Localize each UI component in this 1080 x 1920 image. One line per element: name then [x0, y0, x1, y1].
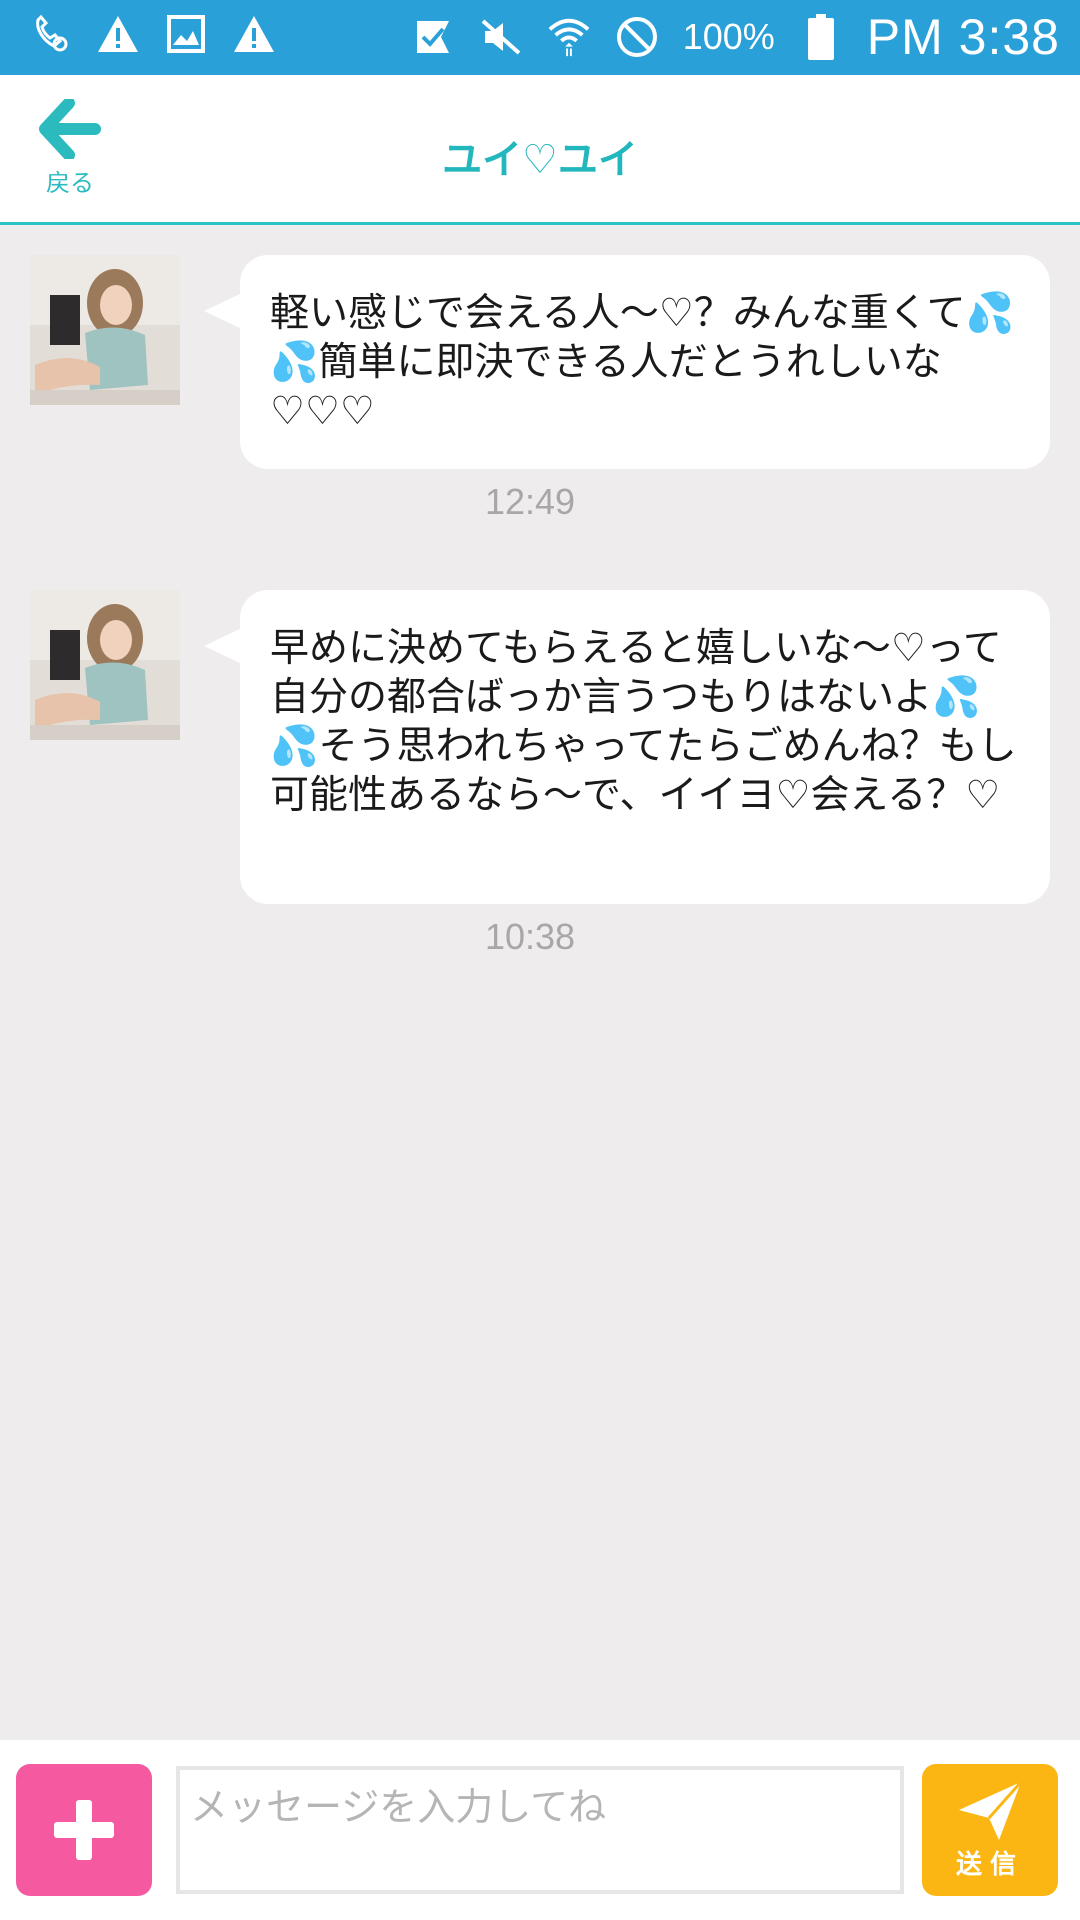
message-bubble: 軽い感じで会える人〜♡？みんな重くて💦💦簡単に即決できる人だとうれしいな♡♡♡ [204, 255, 1050, 469]
status-bar-left [28, 12, 276, 56]
avatar[interactable] [30, 590, 180, 740]
paper-plane-icon [959, 1780, 1023, 1840]
send-label: 送信 [955, 1849, 1024, 1880]
battery-percent: 100% [682, 16, 775, 57]
message-time: 12:49 [484, 481, 576, 522]
message-input[interactable] [176, 1766, 904, 1894]
avatar[interactable] [30, 255, 180, 405]
mute-icon [479, 15, 523, 59]
warning-icon [232, 12, 276, 56]
message-input-bar: 送信 [0, 1740, 1080, 1920]
chat-header: 戻る ユイ♡ユイ [0, 75, 1080, 225]
block-icon [615, 15, 659, 59]
plus-icon [54, 1800, 114, 1860]
send-button[interactable]: 送信 [922, 1764, 1058, 1896]
status-bar-time: PM 3:38 [866, 9, 1060, 65]
message-time: 10:38 [484, 916, 576, 957]
wifi-icon [547, 15, 591, 59]
add-attachment-button[interactable] [16, 1764, 152, 1896]
warning-icon [96, 12, 140, 56]
status-bar-right: 100% PM 3:38 [411, 8, 1060, 66]
battery-icon [799, 14, 843, 60]
checkmark-icon [411, 15, 455, 59]
message-bubble: 早めに決めてもらえると嬉しいな〜♡って自分の都合ばっか言うつもりはないよ💦💦そう… [204, 590, 1050, 904]
status-bar: 100% PM 3:38 [0, 0, 1080, 75]
page-title: ユイ♡ユイ [442, 137, 638, 183]
image-icon [164, 12, 208, 56]
phone-settings-icon [28, 12, 72, 56]
